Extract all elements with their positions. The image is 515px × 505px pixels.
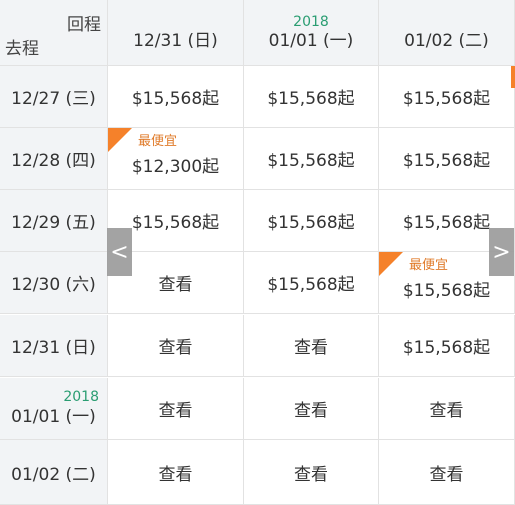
fare-price-cell[interactable]: $15,568起 <box>379 315 515 377</box>
fare-price: $15,568起 <box>131 89 220 109</box>
view-label: 查看 <box>158 464 193 485</box>
scroll-indicator <box>511 66 515 88</box>
row-header: 12/27 (三) <box>0 66 108 128</box>
view-label: 查看 <box>158 401 193 421</box>
view-fare-link[interactable]: 查看 <box>108 378 244 440</box>
row-date: 12/31 (日) <box>11 338 96 358</box>
fare-price: $15,568起 <box>267 213 355 233</box>
view-label: 查看 <box>158 275 193 295</box>
view-fare-link[interactable]: 查看 <box>244 440 379 505</box>
corner-header: 回程 去程 <box>0 0 108 66</box>
row-date: 12/28 (四) <box>11 151 96 171</box>
row-date: 12/27 (三) <box>11 89 96 109</box>
fare-price-cell[interactable]: 最便宜 $12,300起 <box>108 128 244 190</box>
fare-price-cell[interactable]: $15,568起 <box>244 128 379 190</box>
view-label: 查看 <box>294 464 328 485</box>
view-label: 查看 <box>429 464 464 485</box>
fare-price: $15,568起 <box>402 89 491 109</box>
depart-label: 去程 <box>5 39 39 59</box>
chevron-right-icon: > <box>492 239 511 265</box>
row-date: 01/01 (一) <box>11 407 96 427</box>
view-fare-link[interactable]: 查看 <box>244 315 379 377</box>
view-fare-link[interactable]: 查看 <box>108 440 244 505</box>
view-fare-link[interactable]: 查看 <box>108 315 244 377</box>
column-header: 12/31 (日) <box>108 0 244 66</box>
view-fare-link[interactable]: 查看 <box>379 440 515 505</box>
column-date: 01/02 (二) <box>404 31 489 51</box>
view-fare-link[interactable]: 查看 <box>379 378 515 440</box>
row-header: 12/28 (四) <box>0 128 108 190</box>
cheapest-label: 最便宜 <box>409 258 449 273</box>
fare-price: $15,568起 <box>267 89 355 109</box>
view-label: 查看 <box>429 401 464 421</box>
row-date: 12/30 (六) <box>11 275 96 295</box>
row-header: 12/30 (六) <box>0 252 108 314</box>
view-label: 查看 <box>294 401 328 421</box>
next-arrow-button[interactable]: > <box>489 228 514 276</box>
cheapest-ribbon-icon <box>379 252 403 276</box>
fare-price: $15,568起 <box>402 281 491 301</box>
fare-price-cell[interactable]: $15,568起 <box>379 128 515 190</box>
row-date: 12/29 (五) <box>11 213 96 233</box>
fare-calendar-grid: 回程 去程 12/31 (日) 2018 01/01 (一) 01/02 (二) 12/… <box>0 0 515 505</box>
chevron-left-icon: < <box>110 239 129 265</box>
fare-price: $15,568起 <box>131 213 220 233</box>
cheapest-label: 最便宜 <box>138 134 178 149</box>
fare-price: $15,568起 <box>402 213 491 233</box>
fare-price-cell[interactable]: $15,568起 <box>244 190 379 252</box>
row-header: 12/29 (五) <box>0 190 108 252</box>
row-header: 12/31 (日) <box>0 315 108 377</box>
fare-price-cell[interactable]: $15,568起 <box>244 66 379 128</box>
fare-price-cell[interactable]: $15,568起 <box>108 66 244 128</box>
fare-price-cell[interactable]: $15,568起 <box>379 66 515 128</box>
fare-price: $15,568起 <box>267 275 355 295</box>
fare-price: $15,568起 <box>402 338 491 358</box>
row-header: 2018 01/01 (一) <box>0 378 108 440</box>
view-label: 查看 <box>158 338 193 358</box>
column-year: 2018 <box>293 14 329 30</box>
fare-price: $15,568起 <box>267 151 355 171</box>
fare-price-cell[interactable]: $15,568起 <box>244 252 379 314</box>
column-header: 2018 01/01 (一) <box>244 0 379 66</box>
row-date: 01/02 (二) <box>11 464 96 485</box>
return-label: 回程 <box>67 15 101 35</box>
column-date: 12/31 (日) <box>133 31 218 51</box>
column-header: 01/02 (二) <box>379 0 515 66</box>
cheapest-ribbon-icon <box>108 128 132 152</box>
view-label: 查看 <box>294 338 328 358</box>
row-header: 01/02 (二) <box>0 440 108 505</box>
fare-price: $15,568起 <box>402 151 491 171</box>
fare-price: $12,300起 <box>131 157 220 177</box>
view-fare-link[interactable]: 查看 <box>244 378 379 440</box>
prev-arrow-button[interactable]: < <box>107 228 132 276</box>
row-year: 2018 <box>63 389 99 405</box>
